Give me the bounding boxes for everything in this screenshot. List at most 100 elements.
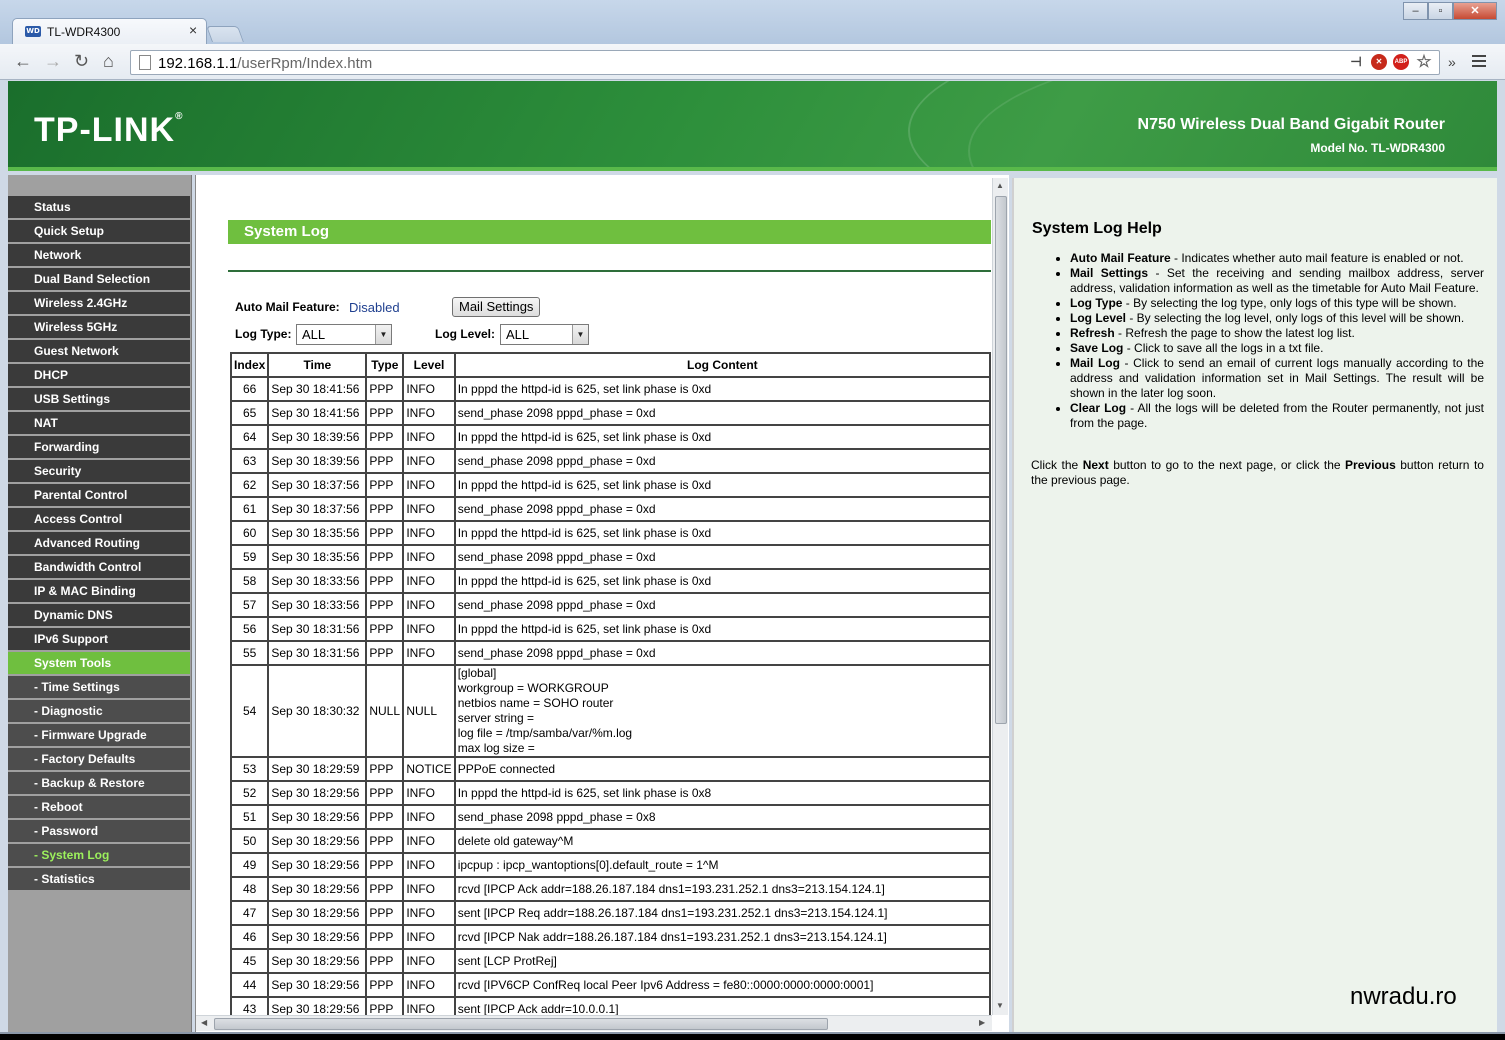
sidebar: Status Quick Setup Network Dual Band Select… xyxy=(8,175,192,1032)
sidebar-item[interactable]: - Time Settings xyxy=(8,676,190,698)
window-controls: – ▫ ✕ xyxy=(1403,2,1497,20)
sidebar-item[interactable]: - Firmware Upgrade xyxy=(8,724,190,746)
sidebar-item[interactable]: Access Control xyxy=(8,508,190,530)
table-cell: INFO xyxy=(402,780,456,806)
sidebar-item[interactable]: Bandwidth Control xyxy=(8,556,190,578)
table-cell: Sep 30 18:29:56 xyxy=(267,804,368,830)
sidebar-item[interactable]: Wireless 5GHz xyxy=(8,316,190,338)
table-cell: rcvd [IPV6CP ConfReq local Peer Ipv6 Add… xyxy=(453,972,992,998)
table-cell: INFO xyxy=(402,520,456,546)
horizontal-scrollbar[interactable]: ◀ ▶ xyxy=(196,1015,992,1031)
sidebar-item[interactable]: - Factory Defaults xyxy=(8,748,190,770)
sidebar-item[interactable]: Network xyxy=(8,244,190,266)
forward-icon[interactable]: → xyxy=(44,52,62,70)
table-cell: PPP xyxy=(365,972,405,998)
home-icon[interactable]: ⌂ xyxy=(103,52,114,70)
sidebar-item[interactable]: - Backup & Restore xyxy=(8,772,190,794)
address-bar[interactable]: 192.168.1.1/userRpm/Index.htm ⊣ ✕ ABP ☆ xyxy=(130,50,1440,75)
sidebar-item[interactable]: System Tools xyxy=(8,652,190,674)
sidebar-item[interactable]: - Password xyxy=(8,820,190,842)
help-item: Mail Log - Click to send an email of cur… xyxy=(1070,356,1484,401)
close-window-icon[interactable]: ✕ xyxy=(1453,2,1497,20)
table-cell: INFO xyxy=(402,828,456,854)
table-cell: send_phase 2098 pppd_phase = 0xd xyxy=(453,592,992,618)
pin-icon[interactable]: ⊣ xyxy=(1347,54,1365,70)
table-row: 50 Sep 30 18:29:56 PPP INFO delete old gatew… xyxy=(229,828,992,854)
sidebar-item[interactable]: Forwarding xyxy=(8,436,190,458)
table-cell: Sep 30 18:29:56 xyxy=(267,876,368,902)
log-table: Index Time Type Level Log Content 66 Sep 30 1… xyxy=(229,352,992,1022)
table-cell: PPP xyxy=(365,852,405,878)
sidebar-item[interactable]: - System Log xyxy=(8,844,190,866)
new-tab-button[interactable] xyxy=(206,26,244,42)
table-cell: send_phase 2098 pppd_phase = 0xd xyxy=(453,400,992,426)
table-cell: INFO xyxy=(402,376,456,402)
table-cell: Sep 30 18:29:56 xyxy=(267,828,368,854)
sidebar-item[interactable]: Parental Control xyxy=(8,484,190,506)
scroll-thumb[interactable] xyxy=(995,196,1007,724)
sidebar-item[interactable]: - Reboot xyxy=(8,796,190,818)
sidebar-item[interactable]: Wireless 2.4GHz xyxy=(8,292,190,314)
sidebar-item[interactable]: Dual Band Selection xyxy=(8,268,190,290)
sidebar-item[interactable]: NAT xyxy=(8,412,190,434)
sidebar-item[interactable]: - Diagnostic xyxy=(8,700,190,722)
maximize-icon[interactable]: ▫ xyxy=(1428,2,1453,20)
browser-tab[interactable]: WD TL-WDR4300 × xyxy=(12,18,207,44)
mail-settings-button[interactable]: Mail Settings xyxy=(452,297,541,317)
table-cell: Sep 30 18:29:59 xyxy=(267,756,368,782)
table-row: 66 Sep 30 18:41:56 PPP INFO In pppd the http… xyxy=(229,376,992,402)
star-icon[interactable]: ☆ xyxy=(1415,53,1433,70)
sidebar-item[interactable]: Dynamic DNS xyxy=(8,604,190,626)
scroll-right-icon[interactable]: ▶ xyxy=(979,1018,985,1027)
sidebar-item[interactable]: Advanced Routing xyxy=(8,532,190,554)
sidebar-item[interactable]: USB Settings xyxy=(8,388,190,410)
table-cell: PPP xyxy=(365,592,405,618)
table-row: 54 Sep 30 18:30:32 NULL NULL [global] workgr… xyxy=(229,664,992,758)
table-row: 63 Sep 30 18:39:56 PPP INFO send_phase 2098 … xyxy=(229,448,992,474)
log-type-label: Log Type: xyxy=(235,327,292,341)
table-cell: In pppd the httpd-id is 625, set link ph… xyxy=(453,424,992,450)
table-row: 49 Sep 30 18:29:56 PPP INFO ipcpup : ipcp_wa… xyxy=(229,852,992,878)
sidebar-item[interactable]: Security xyxy=(8,460,190,482)
table-cell: Sep 30 18:29:56 xyxy=(267,948,368,974)
table-cell: sent [IPCP Req addr=188.26.187.184 dns1=… xyxy=(453,900,992,926)
table-cell: PPP xyxy=(365,828,405,854)
table-cell: PPP xyxy=(365,424,405,450)
log-type-select[interactable]: ALL ▼ xyxy=(296,324,392,345)
table-row: 56 Sep 30 18:31:56 PPP INFO In pppd the http… xyxy=(229,616,992,642)
table-cell: In pppd the httpd-id is 625, set link ph… xyxy=(453,780,992,806)
sidebar-item[interactable]: Guest Network xyxy=(8,340,190,362)
reload-icon[interactable]: ↻ xyxy=(74,52,89,70)
table-cell: PPP xyxy=(365,804,405,830)
table-cell: PPP xyxy=(365,400,405,426)
sidebar-item[interactable]: - Statistics xyxy=(8,868,190,890)
sidebar-item[interactable]: Quick Setup xyxy=(8,220,190,242)
vertical-scrollbar[interactable]: ▲ ▼ xyxy=(992,178,1008,1015)
close-tab-icon[interactable]: × xyxy=(189,22,197,38)
scroll-up-icon[interactable]: ▲ xyxy=(996,181,1004,190)
adblock-icon[interactable]: ABP xyxy=(1393,54,1409,70)
scroll-down-icon[interactable]: ▼ xyxy=(996,1001,1004,1010)
help-item: Auto Mail Feature - Indicates whether au… xyxy=(1070,251,1484,266)
sidebar-item[interactable]: DHCP xyxy=(8,364,190,386)
sidebar-item[interactable]: IP & MAC Binding xyxy=(8,580,190,602)
table-row: 60 Sep 30 18:35:56 PPP INFO In pppd the http… xyxy=(229,520,992,546)
block-icon[interactable]: ✕ xyxy=(1371,54,1387,70)
help-footer: Click the Next button to go to the next … xyxy=(1031,458,1484,487)
scroll-left-icon[interactable]: ◀ xyxy=(201,1018,207,1027)
back-icon[interactable]: ← xyxy=(14,52,32,70)
scroll-thumb[interactable] xyxy=(214,1018,828,1030)
sidebar-item[interactable]: Status xyxy=(8,196,190,218)
menu-icon[interactable] xyxy=(1472,55,1486,67)
url-text[interactable]: 192.168.1.1/userRpm/Index.htm xyxy=(158,55,372,72)
table-cell: INFO xyxy=(402,448,456,474)
log-level-select[interactable]: ALL ▼ xyxy=(500,324,589,345)
table-cell: PPP xyxy=(365,376,405,402)
table-cell: ipcpup : ipcp_wantoptions[0].default_rou… xyxy=(453,852,992,878)
column-header: Index xyxy=(229,352,270,378)
overflow-chevron-icon[interactable]: » xyxy=(1448,54,1456,70)
sidebar-item[interactable]: IPv6 Support xyxy=(8,628,190,650)
table-cell: 56 xyxy=(229,616,270,642)
table-cell: 61 xyxy=(229,496,270,522)
minimize-icon[interactable]: – xyxy=(1403,2,1428,20)
